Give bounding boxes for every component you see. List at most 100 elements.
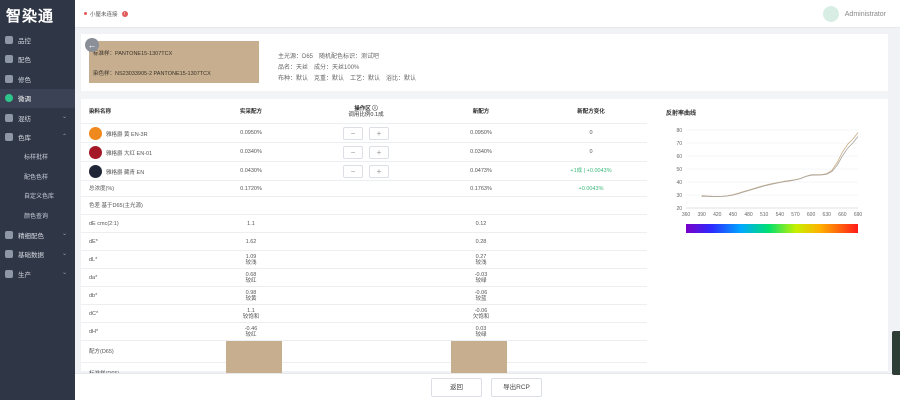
dose-stepper[interactable]: − + (343, 127, 389, 140)
metric-label: dE* (89, 233, 169, 251)
chevron-icon: ⌄ (61, 114, 67, 120)
footer-bar: 返回 导出RCP (75, 373, 900, 400)
sidebar-subitem[interactable]: 自定义色库 (0, 186, 75, 206)
x-tick-label: 480 (744, 212, 753, 218)
new-recipe-value: 0.0340% (470, 149, 492, 156)
sidebar-subitem[interactable]: 颜色查询 (0, 206, 75, 226)
batch-sample-label: 染色样：NS23033905-2 PANTONE15-1307TCX (93, 71, 211, 77)
user-menu[interactable]: Administrator (822, 6, 886, 22)
sidebar-item-items-4[interactable]: 混纺 ⌄ (0, 108, 75, 128)
metric-label: dH* (89, 323, 169, 341)
menu-icon (5, 74, 13, 83)
y-tick-label: 30 (676, 193, 682, 199)
sidebar-subitem[interactable]: 配色色样 (0, 167, 75, 187)
info-composition: 成分：天丝100% (314, 65, 360, 71)
info-process: 工艺：默认 (350, 76, 381, 82)
top-bar: 小屋未连接 ! Administrator (75, 0, 900, 28)
new-recipe-swatch (451, 341, 507, 363)
metric-actual-note: 较红 (245, 332, 257, 338)
back-button[interactable]: 返回 (431, 378, 482, 397)
metric-new: 0.03 较绿 (451, 323, 511, 341)
dose-stepper[interactable]: − + (343, 146, 389, 159)
metric-actual: 0.98 较黄 (221, 287, 281, 305)
plus-button[interactable]: + (369, 165, 389, 178)
header-op-subtitle: 调用比例0.1成 (348, 112, 384, 118)
sidebar-item-label: 生产 (18, 271, 31, 279)
username: Administrator (844, 10, 886, 18)
metric-new-note: 较浅 (475, 260, 487, 266)
section-title: 色差 基于D65(主光源) (89, 197, 289, 215)
warning-icon[interactable]: ! (121, 10, 128, 17)
metric-actual-note: 较饱和 (242, 314, 260, 320)
info-light-source: 主光源：D65 (278, 54, 314, 60)
sidebar-item-items-1[interactable]: 配色 (0, 50, 75, 70)
app-logo: 智染通 (6, 6, 55, 25)
total-actual: 0.1720% (221, 181, 281, 197)
metric-label-value: da* (89, 274, 98, 281)
sample-info: 主光源：D65 随机配色标识：测试吧 品名：天丝 成分：天丝100% 布种：默认 克重… (278, 52, 422, 85)
reflectance-chart-panel: 反射率曲线 20 30 40 50 60 70 80 360 390 420 450 480 510 54… (656, 100, 886, 250)
header-operation: 操作区 ⓘ 调用比例0.1成 (336, 100, 396, 124)
x-tick-label: 390 (697, 212, 706, 218)
sidebar-item-items-5[interactable]: 色库 ⌃ (0, 128, 75, 148)
x-tick-label: 630 (823, 212, 832, 218)
dose-stepper[interactable]: − + (343, 165, 389, 178)
dye-label: 雅格爵 藏青 EN (106, 169, 145, 176)
y-tick-label: 70 (676, 141, 682, 147)
menu-icon (5, 55, 13, 64)
back-arrow-icon[interactable]: ← (85, 38, 99, 52)
metric-label: dE cmc(2:1) (89, 215, 169, 233)
metric-row: dL* 1.09 较浅 0.27 较浅 (81, 251, 647, 269)
section-title-value: 色差 基于D65(主光源) (89, 202, 143, 209)
sidebar-item-label: 精细配色 (18, 232, 44, 240)
series-line-0 (701, 132, 859, 197)
metric-label-value: dE* (89, 238, 98, 245)
x-tick-label: 690 (854, 212, 863, 218)
recipe-change-value: 0 (589, 130, 593, 137)
metric-label-value: dH* (89, 328, 99, 335)
new-recipe-value: 0.0473% (470, 168, 492, 175)
metric-row: dC* 1.1 较饱和 -0.06 欠饱和 (81, 305, 647, 323)
sidebar-item-items-2[interactable]: 修色 (0, 69, 75, 89)
sidebar-item-items2-0[interactable]: 精细配色 ⌄ (0, 225, 75, 245)
menu-icon (5, 133, 13, 142)
metric-actual: -0.46 较红 (221, 323, 281, 341)
sidebar-item-items-0[interactable]: 品控 (0, 30, 75, 50)
total-label-value: 总浓度(%) (89, 185, 115, 192)
info-liquor-ratio: 浴比：默认 (386, 76, 417, 82)
side-widget-handle[interactable] (892, 331, 900, 375)
dye-name: 雅格爵 藏青 EN (89, 165, 144, 178)
recipe-change-value: 0 (589, 149, 593, 156)
info-product: 品名：天丝 (278, 65, 309, 71)
export-rcp-button[interactable]: 导出RCP (491, 378, 542, 397)
metric-label-value: dL* (89, 256, 98, 263)
sidebar-item-label: 微调 (18, 96, 31, 104)
minus-button[interactable]: − (343, 127, 363, 140)
sidebar-subitem[interactable]: 标样批样 (0, 147, 75, 167)
minus-button[interactable]: − (343, 146, 363, 159)
metric-label-value: dC* (89, 310, 99, 317)
metric-new-note: 较绿 (475, 332, 487, 338)
recipe-change-value: +1成 | +0.0043% (570, 168, 612, 175)
actual-recipe-value: 0.0340% (240, 149, 262, 156)
metric-actual: 0.68 较红 (221, 269, 281, 287)
plus-button[interactable]: + (369, 146, 389, 159)
sidebar-item-items2-1[interactable]: 基础数据 ⌄ (0, 245, 75, 265)
actual-recipe: 0.0430% (221, 162, 281, 181)
connection-status-text: 小屋未连接 (90, 11, 118, 18)
sidebar: 智染通 品控 配色 修色微调混纺 ⌄ 色库 ⌃ 标样批样 配色色样 自定义色库 颜色查询精细配色 ⌄… (0, 0, 75, 400)
sidebar-item-items-3[interactable]: 微调 (0, 88, 75, 108)
color-swatch-compare: 标准样：PANTONE15-1307TCX 染色样：NS23033905-2 P… (89, 41, 259, 83)
minus-button[interactable]: − (343, 165, 363, 178)
chevron-icon: ⌄ (61, 270, 67, 276)
new-recipe: 0.0950% (451, 124, 511, 143)
metric-label-value: db* (89, 292, 98, 299)
x-tick-label: 570 (791, 212, 800, 218)
connection-status: 小屋未连接 ! (75, 10, 128, 18)
sidebar-item-items2-2[interactable]: 生产 ⌄ (0, 264, 75, 284)
metric-actual: 1.1 (221, 215, 281, 233)
metric-actual-note: 较浅 (245, 260, 257, 266)
plus-button[interactable]: + (369, 127, 389, 140)
recipe-change: +1成 | +0.0043% (556, 162, 626, 181)
chevron-icon: ⌄ (61, 231, 67, 237)
